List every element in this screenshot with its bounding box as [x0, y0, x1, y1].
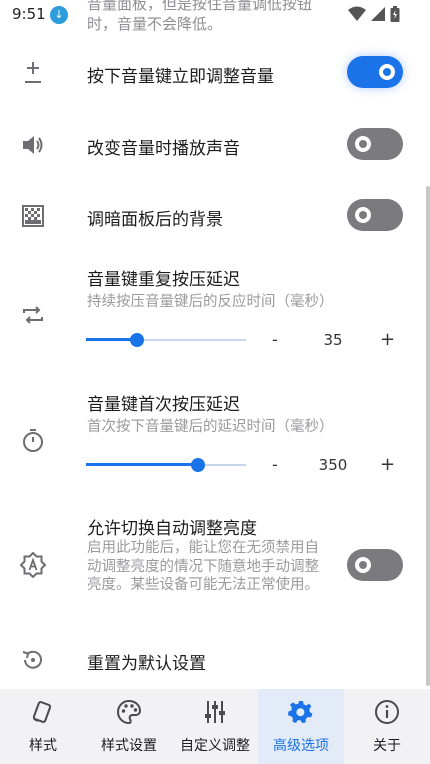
nav-label: 自定义调整	[180, 738, 250, 754]
setting-row-repeat-delay: 音量键重复按压延迟 持续按压音量键后的反应时间（毫秒） - 35 +	[0, 262, 430, 362]
nav-item-style[interactable]: 样式	[0, 689, 86, 764]
nav-item-about[interactable]: 关于	[344, 689, 430, 764]
timer-icon	[23, 429, 43, 452]
reset-icon	[22, 650, 42, 669]
setting-row-play-sound[interactable]: 改变音量时播放声音	[0, 122, 430, 168]
first-delay-value: 350	[318, 456, 348, 474]
setting-title: 音量键重复按压延迟	[87, 270, 240, 290]
toggle-knob	[355, 136, 371, 152]
repeat-delay-increase-button[interactable]: +	[380, 329, 395, 350]
setting-row-auto-brightness[interactable]: 允许切换自动调整亮度 启用此功能后，能让您在无须禁用自动调整亮度的情况下随意地手…	[0, 512, 430, 622]
style-icon	[32, 701, 52, 723]
status-bar: 9:51 ↓	[0, 0, 430, 30]
setting-title: 重置为默认设置	[87, 654, 206, 674]
nav-item-advanced-options[interactable]: 高级选项	[258, 689, 344, 764]
repeat-delay-slider[interactable]	[86, 330, 246, 350]
dim-background-toggle[interactable]	[347, 199, 403, 231]
setting-title: 按下音量键立即调整音量	[87, 67, 274, 87]
slider-fill	[86, 463, 198, 466]
scrollbar[interactable]	[426, 186, 430, 686]
sliders-icon	[205, 701, 225, 723]
toggle-knob	[379, 64, 395, 80]
repeat-icon	[23, 306, 43, 324]
nav-item-style-settings[interactable]: 样式设置	[86, 689, 172, 764]
repeat-delay-value: 35	[323, 331, 343, 349]
status-time: 9:51	[12, 5, 46, 23]
speaker-icon	[23, 136, 43, 154]
dim-background-icon	[22, 205, 44, 227]
first-delay-increase-button[interactable]: +	[380, 454, 395, 475]
nav-label: 关于	[373, 738, 401, 754]
setting-description: 启用此功能后，能让您在无须禁用自动调整亮度的情况下随意地手动调整亮度。某些设备可…	[87, 540, 319, 593]
setting-title: 音量键首次按压延迟	[87, 395, 240, 415]
setting-title: 调暗面板后的背景	[87, 210, 223, 230]
bottom-navigation: 样式 样式设置 自定义调整 高级选项 关于	[0, 689, 430, 764]
gear-icon	[288, 701, 313, 723]
repeat-delay-decrease-button[interactable]: -	[272, 330, 278, 349]
info-icon	[375, 700, 399, 724]
instant-adjust-toggle[interactable]	[347, 56, 403, 88]
setting-row-instant-adjust[interactable]: 按下音量键立即调整音量	[0, 50, 430, 96]
battery-icon	[390, 6, 400, 22]
play-sound-toggle[interactable]	[347, 128, 403, 160]
setting-row-reset[interactable]: 重置为默认设置	[0, 638, 430, 682]
plus-minus-icon	[25, 62, 41, 83]
slider-thumb[interactable]	[191, 458, 205, 472]
nav-label: 样式	[29, 738, 57, 754]
setting-title: 允许切换自动调整亮度	[87, 519, 257, 539]
nav-label: 高级选项	[273, 738, 329, 754]
auto-brightness-toggle[interactable]	[347, 549, 403, 581]
setting-subtitle: 持续按压音量键后的反应时间（毫秒）	[87, 294, 334, 310]
wifi-icon	[348, 6, 366, 21]
toggle-knob	[355, 207, 371, 223]
nav-label: 样式设置	[101, 738, 157, 754]
setting-title: 改变音量时播放声音	[87, 139, 240, 159]
download-icon: ↓	[50, 6, 68, 24]
first-delay-slider[interactable]	[86, 455, 246, 475]
setting-row-first-delay: 音量键首次按压延迟 首次按下音量键后的延迟时间（毫秒） - 350 +	[0, 387, 430, 487]
slider-thumb[interactable]	[130, 333, 145, 347]
first-delay-decrease-button[interactable]: -	[272, 455, 278, 474]
nav-item-custom-adjust[interactable]: 自定义调整	[172, 689, 258, 764]
palette-icon	[117, 699, 142, 725]
setting-row-dim-background[interactable]: 调暗面板后的背景	[0, 193, 430, 239]
cellular-icon	[371, 7, 385, 21]
toggle-knob	[355, 557, 371, 573]
system-icons	[348, 6, 400, 22]
auto-brightness-icon	[20, 552, 46, 578]
setting-subtitle: 首次按下音量键后的延迟时间（毫秒）	[87, 419, 334, 435]
